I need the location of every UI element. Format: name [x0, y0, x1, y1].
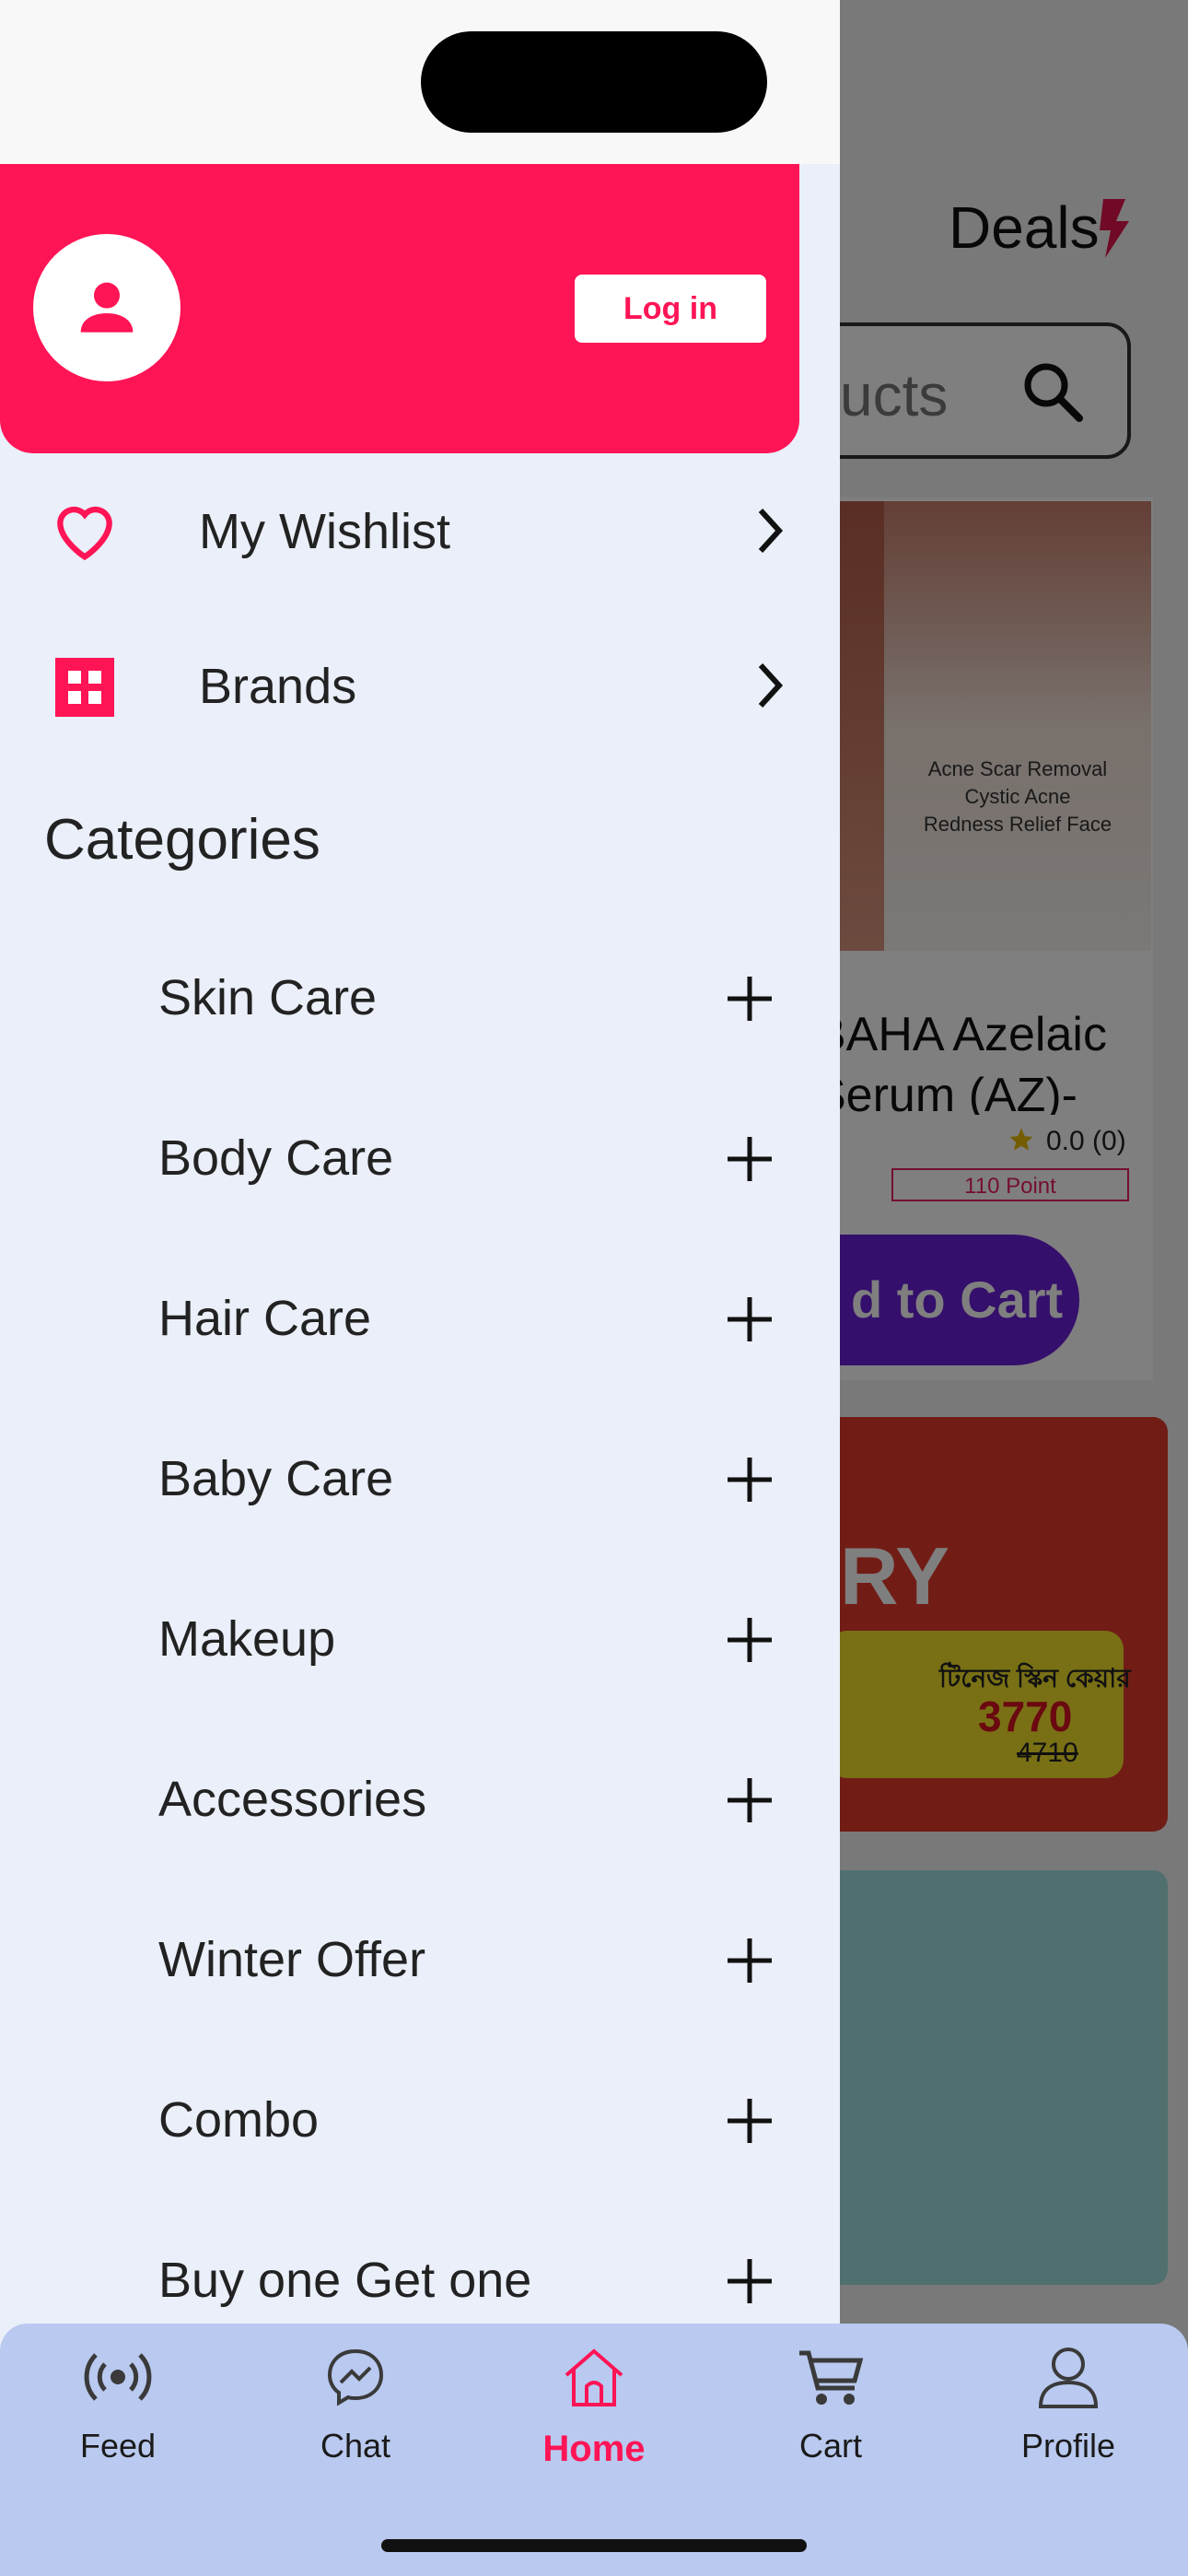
home-indicator: [381, 2539, 807, 2552]
plus-icon[interactable]: [724, 1774, 775, 1826]
menu-item-label: My Wishlist: [199, 504, 450, 559]
category-label: Combo: [158, 2092, 320, 2148]
nav-item-feed[interactable]: Feed: [26, 2340, 210, 2497]
nav-label: Cart: [798, 2427, 862, 2465]
category-item-body-care[interactable]: Body Care: [0, 1082, 840, 1242]
category-label: Skin Care: [158, 970, 378, 1025]
category-label: Accessories: [158, 1772, 427, 1827]
plus-icon[interactable]: [724, 973, 775, 1025]
dynamic-island: [421, 31, 767, 133]
menu-item-wishlist[interactable]: My Wishlist: [0, 463, 840, 601]
nav-item-profile[interactable]: Profile: [976, 2340, 1160, 2497]
plus-icon[interactable]: [724, 2095, 775, 2147]
nav-label: Feed: [79, 2427, 157, 2465]
chevron-right-icon: [758, 508, 784, 554]
category-item-hair-care[interactable]: Hair Care: [0, 1242, 840, 1402]
category-label: Buy one Get one: [158, 2253, 532, 2308]
plus-icon[interactable]: [724, 1935, 775, 1986]
plus-icon[interactable]: [724, 1454, 775, 1505]
grid-icon: [55, 658, 114, 717]
category-item-baby-care[interactable]: Baby Care: [0, 1402, 840, 1563]
category-label: Baby Care: [158, 1451, 394, 1506]
nav-item-chat[interactable]: Chat: [263, 2340, 448, 2497]
categories-title: Categories: [44, 808, 320, 872]
nav-label: Chat: [320, 2427, 391, 2465]
category-label: Winter Offer: [158, 1932, 426, 1987]
menu-item-brands[interactable]: Brands: [0, 617, 840, 755]
category-item-makeup[interactable]: Makeup: [0, 1563, 840, 1723]
nav-item-cart[interactable]: Cart: [739, 2340, 923, 2497]
plus-icon[interactable]: [724, 1133, 775, 1185]
profile-icon: [1038, 2348, 1099, 2408]
cart-icon: [799, 2350, 864, 2405]
feed-broadcast-icon: [84, 2353, 152, 2401]
menu-item-label: Brands: [199, 659, 357, 714]
avatar[interactable]: [33, 234, 181, 381]
login-button[interactable]: Log in: [575, 275, 766, 343]
category-label: Body Care: [158, 1130, 394, 1186]
navigation-drawer: Log in My Wishlist Brands Categories Ski…: [0, 0, 840, 2576]
category-item-winter-offer[interactable]: Winter Offer: [0, 1883, 840, 2043]
plus-icon[interactable]: [724, 1614, 775, 1666]
messenger-icon: [327, 2348, 384, 2406]
category-item-combo[interactable]: Combo: [0, 2043, 840, 2204]
category-item-accessories[interactable]: Accessories: [0, 1723, 840, 1883]
heart-icon: [57, 506, 112, 561]
person-icon: [80, 282, 134, 333]
plus-icon[interactable]: [724, 1294, 775, 1345]
plus-icon[interactable]: [724, 2255, 775, 2307]
nav-item-home[interactable]: Home: [502, 2340, 686, 2497]
home-icon: [565, 2348, 623, 2406]
chevron-right-icon: [758, 662, 784, 708]
category-label: Makeup: [158, 1611, 336, 1667]
nav-label: Home: [542, 2429, 646, 2469]
category-label: Hair Care: [158, 1291, 372, 1346]
nav-label: Profile: [1020, 2427, 1116, 2465]
category-item-skin-care[interactable]: Skin Care: [0, 921, 840, 1082]
